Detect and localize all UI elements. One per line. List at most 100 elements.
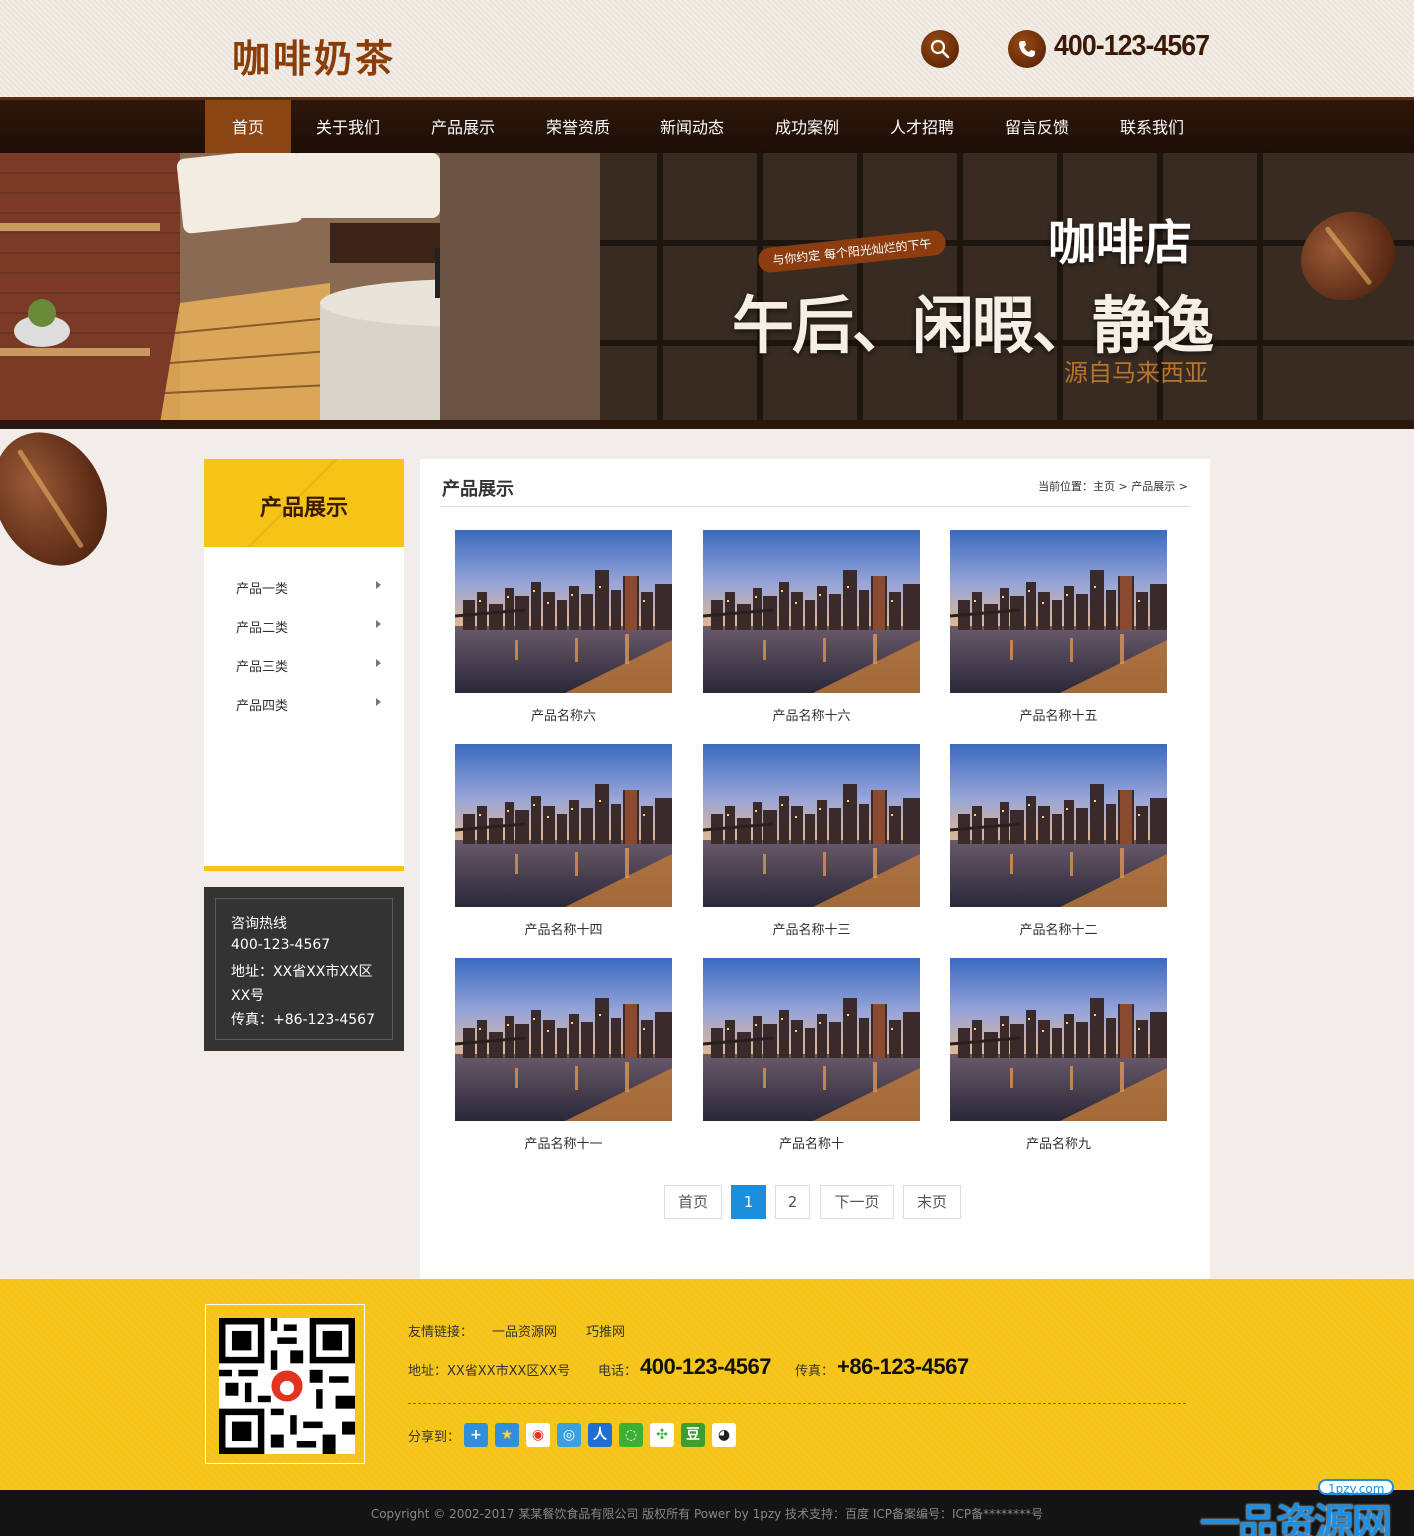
contact-fax: 传真：+86-123-4567: [231, 1012, 375, 1028]
footer-fax-label: 传真：: [795, 1364, 835, 1379]
product-name[interactable]: 产品名称六: [455, 705, 672, 724]
product-card[interactable]: 产品名称九: [950, 958, 1167, 1152]
douban-icon[interactable]: 豆: [681, 1423, 705, 1447]
product-image: [455, 958, 672, 1121]
pager-last[interactable]: 末页: [903, 1185, 961, 1219]
contact-hotline: 400-123-4567: [231, 937, 331, 953]
qr-code-image: [219, 1318, 355, 1454]
sidebar-item-category-3[interactable]: 产品三类: [236, 656, 381, 676]
footer-address: 地址：XX省XX市XX区XX号: [408, 1364, 571, 1379]
product-name[interactable]: 产品名称十二: [950, 919, 1167, 938]
product-card[interactable]: 产品名称十六: [703, 530, 920, 724]
product-image: [703, 744, 920, 907]
product-thumbnail[interactable]: [703, 958, 920, 1121]
site-logo[interactable]: 咖啡奶茶: [232, 28, 396, 83]
nav-about[interactable]: 关于我们: [298, 100, 398, 156]
product-thumbnail[interactable]: [703, 744, 920, 907]
product-name[interactable]: 产品名称十四: [455, 919, 672, 938]
product-thumbnail[interactable]: [950, 958, 1167, 1121]
sidebar-item-category-4[interactable]: 产品四类: [236, 695, 381, 715]
friend-link-2[interactable]: 巧推网: [586, 1321, 625, 1340]
product-card[interactable]: 产品名称十: [703, 958, 920, 1152]
product-card[interactable]: 产品名称十五: [950, 530, 1167, 724]
arrow-right-icon: [376, 698, 381, 706]
product-image: [950, 958, 1167, 1121]
pager-page-2[interactable]: 2: [775, 1185, 810, 1219]
sidebar-category-box: 产品展示 产品一类 产品二类 产品三类 产品四类: [204, 459, 404, 871]
sidebar-item-category-1[interactable]: 产品一类: [236, 578, 381, 598]
banner-subtitle: 源自马来西亚: [1064, 359, 1208, 387]
product-thumbnail[interactable]: [455, 744, 672, 907]
product-image: [950, 744, 1167, 907]
main-nav: 首页 关于我们 产品展示 荣誉资质 新闻动态 成功案例 人才招聘 留言反馈 联系…: [0, 97, 1414, 160]
site-header: 咖啡奶茶 400-123-4567: [0, 0, 1414, 97]
watermark-logo: 1pzy.com 一品资源网: [1200, 1477, 1414, 1536]
wechat-icon[interactable]: ◌: [619, 1423, 643, 1447]
kaixin-icon[interactable]: ✣: [650, 1423, 674, 1447]
nav-home[interactable]: 首页: [205, 100, 291, 160]
nav-honors[interactable]: 荣誉资质: [528, 100, 628, 156]
pager-first[interactable]: 首页: [664, 1185, 722, 1219]
product-image: [703, 530, 920, 693]
site-footer: 友情链接： 一品资源网 巧推网 地址：XX省XX市XX区XX号 电话： 400-…: [0, 1279, 1414, 1490]
contact-address-line1: 地址：XX省XX市XX区: [231, 964, 373, 980]
product-thumbnail[interactable]: [455, 958, 672, 1121]
tencent-weibo-icon[interactable]: ◎: [557, 1423, 581, 1447]
nav-news[interactable]: 新闻动态: [642, 100, 742, 156]
nav-contact[interactable]: 联系我们: [1102, 100, 1202, 156]
product-card[interactable]: 产品名称十四: [455, 744, 672, 938]
banner-bottom-edge: [0, 420, 1414, 429]
product-thumbnail[interactable]: [703, 530, 920, 693]
sidebar-header: 产品展示: [204, 459, 404, 547]
sidebar-item-label: 产品二类: [236, 621, 289, 636]
product-thumbnail[interactable]: [950, 530, 1167, 693]
product-thumbnail[interactable]: [455, 530, 672, 693]
footer-phone: 400-123-4567: [640, 1354, 772, 1379]
page-title: 产品展示: [442, 479, 514, 500]
sidebar-item-label: 产品三类: [236, 660, 289, 675]
qq-icon[interactable]: ◕: [712, 1423, 736, 1447]
product-card[interactable]: 产品名称十一: [455, 958, 672, 1152]
sidebar-item-label: 产品四类: [236, 699, 289, 714]
footer-divider: [408, 1403, 1186, 1404]
share-label: 分享到：: [408, 1430, 461, 1445]
nav-jobs[interactable]: 人才招聘: [872, 100, 972, 156]
renren-icon[interactable]: 人: [588, 1423, 612, 1447]
breadcrumb[interactable]: 当前位置：主页 > 产品展示 >: [1038, 478, 1188, 494]
coffee-bean-decor: [0, 413, 129, 585]
pager-next[interactable]: 下一页: [820, 1185, 894, 1219]
product-name[interactable]: 产品名称十一: [455, 1133, 672, 1152]
phone-icon: [1008, 30, 1046, 68]
qzone-icon[interactable]: ★: [495, 1423, 519, 1447]
more-icon[interactable]: +: [464, 1423, 488, 1447]
nav-feedback[interactable]: 留言反馈: [987, 100, 1087, 156]
product-card[interactable]: 产品名称六: [455, 530, 672, 724]
product-card[interactable]: 产品名称十二: [950, 744, 1167, 938]
hero-banner: 与你约定 每个阳光灿烂的下午 咖啡店 午后、闲暇、静逸 源自马来西亚: [0, 153, 1414, 423]
product-name[interactable]: 产品名称十三: [703, 919, 920, 938]
title-divider: [440, 506, 1190, 507]
nav-cases[interactable]: 成功案例: [757, 100, 857, 156]
weibo-icon[interactable]: ◉: [526, 1423, 550, 1447]
product-card[interactable]: 产品名称十三: [703, 744, 920, 938]
friend-link-1[interactable]: 一品资源网: [492, 1321, 557, 1340]
sidebar-bottom-bar: [204, 866, 404, 871]
product-name[interactable]: 产品名称十六: [703, 705, 920, 724]
footer-fax: +86-123-4567: [837, 1354, 969, 1379]
product-image: [455, 744, 672, 907]
header-phone: 400-123-4567: [1054, 30, 1210, 62]
product-thumbnail[interactable]: [950, 744, 1167, 907]
product-name[interactable]: 产品名称十五: [950, 705, 1167, 724]
search-button[interactable]: [921, 30, 959, 68]
sidebar-item-category-2[interactable]: 产品二类: [236, 617, 381, 637]
sidebar-title: 产品展示: [259, 496, 348, 521]
arrow-right-icon: [376, 659, 381, 667]
arrow-right-icon: [376, 581, 381, 589]
product-name[interactable]: 产品名称十: [703, 1133, 920, 1152]
sidebar-item-label: 产品一类: [236, 582, 289, 597]
pager-page-1[interactable]: 1: [731, 1185, 766, 1219]
qr-code-frame: [205, 1304, 365, 1464]
product-name[interactable]: 产品名称九: [950, 1133, 1167, 1152]
product-image: [703, 958, 920, 1121]
nav-products[interactable]: 产品展示: [413, 100, 513, 156]
